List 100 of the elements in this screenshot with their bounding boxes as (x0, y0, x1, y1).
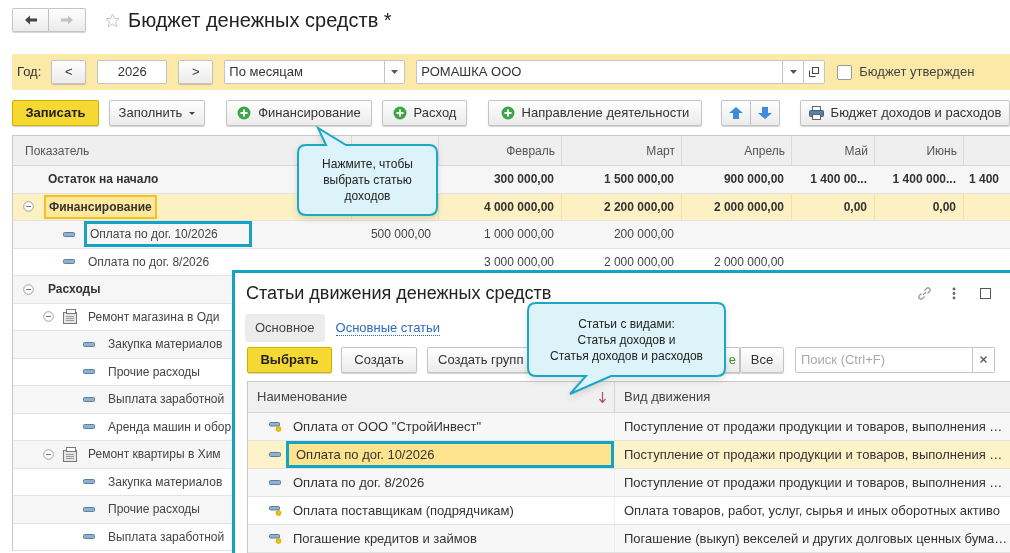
back-button[interactable] (12, 8, 49, 32)
move-down-button[interactable] (751, 100, 780, 126)
arrow-right-icon (60, 14, 74, 26)
table-cell-text: Поступление от продажи продукции и товаров, выполнения … (624, 445, 1003, 464)
toolbar-button[interactable]: Создать групп (427, 346, 528, 373)
tab[interactable]: Основные статьи (335, 320, 441, 336)
item-icon (63, 259, 75, 265)
toolbar-button[interactable]: Расход (382, 100, 467, 126)
collapse-icon[interactable] (43, 448, 54, 460)
row-label[interactable]: Закупка материалов (108, 335, 223, 354)
row-label[interactable]: Выплата заработной (108, 390, 225, 409)
search-field[interactable]: Поиск (Ctrl+F) (795, 346, 973, 373)
dialog-title: Статьи движения денежных средств (246, 281, 552, 305)
row-label[interactable]: Остаток на начало (48, 170, 159, 189)
item-flag-icon (269, 421, 282, 432)
toolbar-button[interactable]: Направление деятельности (488, 100, 702, 126)
collapse-icon[interactable] (23, 201, 34, 213)
dropdown-button[interactable] (385, 60, 406, 84)
more-icon[interactable] (952, 286, 956, 300)
year-field[interactable]: 2026 (97, 60, 168, 84)
dropdown-icon (789, 70, 797, 74)
row-label[interactable]: Оплата по дог. 10/2026 (84, 221, 252, 248)
table-cell-text: 1 400 00... (810, 171, 867, 189)
table-cell[interactable]: Оплата от ООО "СтройИнвест" (286, 413, 614, 440)
item-icon (83, 506, 95, 512)
table-cell[interactable]: Оплата по дог. 8/2026 (286, 469, 614, 496)
row-label[interactable]: Закупка материалов (108, 472, 223, 491)
organization-field[interactable]: РОМАШКА ООО (416, 60, 784, 84)
row-label[interactable]: Финансирование (44, 194, 157, 219)
toolbar-button[interactable]: Выбрать (247, 346, 332, 373)
row-label[interactable]: Прочие расходы (108, 500, 200, 519)
row-label[interactable]: Прочие расходы (108, 362, 200, 381)
table-cell-text: 1 400 (969, 171, 1000, 189)
column-header[interactable]: Март (646, 141, 675, 160)
column-header[interactable]: Июнь (926, 141, 957, 160)
clear-button[interactable] (973, 346, 995, 373)
table-cell-text: 0,00 (843, 198, 867, 216)
toolbar-button[interactable]: Все (740, 346, 784, 373)
caret-icon (189, 111, 196, 115)
row-label[interactable]: Аренда машин и обор (108, 417, 232, 436)
dropdown-button[interactable] (783, 60, 805, 84)
arrow-left-icon (23, 14, 38, 26)
star-icon[interactable] (105, 12, 120, 28)
item-icon (83, 396, 95, 402)
toolbar-button[interactable]: Заполнить (109, 100, 205, 126)
item-icon (83, 534, 95, 540)
tab[interactable]: Основное (245, 314, 325, 342)
table-cell-text: 2 000 000,00 (713, 198, 784, 216)
dropdown-icon (391, 70, 399, 74)
item-icon (83, 369, 95, 375)
toolbar-button[interactable]: Бюджет доходов и расходов (800, 100, 1010, 126)
period-field[interactable]: По месяцам (224, 60, 386, 84)
table-cell-text: 1 500 000,00 (603, 171, 674, 189)
row-label[interactable]: Ремонт квартиры в Хим (88, 445, 221, 464)
table-cell-text: 2 200 000,00 (603, 198, 674, 216)
open-button[interactable] (804, 60, 826, 84)
column-header[interactable]: Наименование (257, 387, 348, 407)
row-label[interactable]: Выплата заработной (108, 527, 225, 546)
toolbar-button[interactable]: Финансирование (226, 100, 372, 126)
column-header[interactable]: Апрель (744, 141, 785, 160)
page-title: Бюджет денежных средств * (128, 8, 392, 33)
table-cell-text: 1 400 000... (892, 171, 956, 189)
table-cell-text: Оплата товаров, работ, услуг, сырья и иных оборотных активо (624, 501, 1001, 520)
arrow-down-icon (758, 107, 772, 119)
item-icon (269, 480, 281, 485)
link-icon[interactable] (917, 285, 932, 301)
next-year-button[interactable]: > (178, 60, 214, 84)
printer-icon (808, 106, 824, 120)
toolbar-button[interactable]: Записать (12, 100, 99, 126)
table-cell-text: 900 000,00 (723, 171, 784, 189)
row-label[interactable]: Расходы (48, 280, 101, 299)
table-cell-text: Погашение (выкуп) векселей и других долговых ценных бума… (624, 529, 1008, 548)
row-label[interactable]: Ремонт магазина в Оди (88, 307, 220, 326)
table-cell[interactable]: Оплата поставщикам (подрядчикам) (286, 497, 614, 524)
open-icon (809, 67, 820, 77)
year-label: Год: (17, 63, 42, 82)
checkbox[interactable] (837, 64, 853, 80)
item-icon (63, 231, 75, 237)
checkbox-label: Бюджет утвержден (859, 63, 975, 82)
column-header[interactable]: Показатель (25, 141, 90, 160)
table-cell-text: Поступление от продажи продукции и товаров, выполнения … (624, 417, 1003, 436)
collapse-icon[interactable] (23, 283, 34, 295)
column-header[interactable]: Февраль (506, 141, 555, 160)
plus-icon (392, 106, 407, 120)
collapse-icon[interactable] (43, 311, 54, 323)
table-cell[interactable]: Погашение кредитов и займов (286, 525, 614, 552)
previous-year-button[interactable]: < (51, 60, 87, 84)
table-cell-text: 3 000 000,00 (483, 253, 554, 271)
maximize-icon[interactable] (980, 287, 991, 299)
row-label[interactable]: Оплата по дог. 8/2026 (88, 252, 210, 271)
move-up-button[interactable] (721, 100, 751, 126)
table-cell[interactable]: Оплата по дог. 10/2026 (286, 441, 614, 468)
column-header[interactable]: Май (844, 141, 868, 160)
table-cell-text: 300 000,00 (493, 171, 554, 189)
table-cell-text: Поступление от продажи продукции и товаров, выполнения … (624, 473, 1003, 492)
plus-icon (500, 106, 515, 120)
toolbar-button[interactable]: Создать (341, 346, 417, 373)
table-cell-text: 0,00 (932, 198, 956, 216)
column-header[interactable]: Вид движения (624, 387, 711, 407)
item-icon (269, 452, 281, 457)
